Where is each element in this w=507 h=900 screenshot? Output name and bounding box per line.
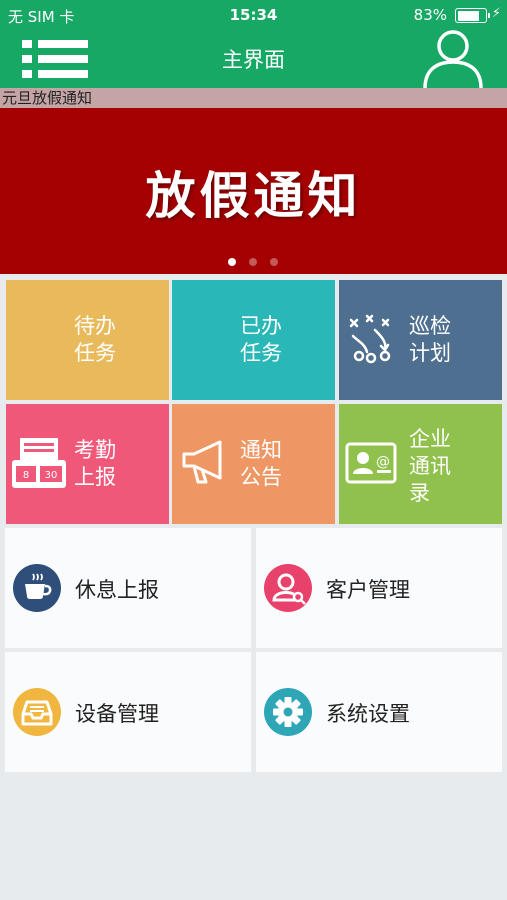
inbox-tray-icon — [13, 688, 61, 736]
tile-label: 企业 通讯 录 — [409, 427, 451, 505]
attendance-clock-icon: 8 30 — [12, 438, 66, 488]
tile-label: 待办 任务 — [74, 314, 116, 365]
banner-text: 放假通知 — [145, 166, 362, 225]
carousel-dot[interactable] — [249, 258, 257, 266]
user-profile-icon[interactable] — [421, 30, 485, 88]
charging-bolt-icon: ⚡ — [491, 6, 501, 21]
tile-label: 已办 任务 — [240, 314, 282, 365]
card-device-management[interactable]: 设备管理 — [5, 652, 251, 772]
megaphone-icon — [182, 440, 222, 484]
card-label: 系统设置 — [326, 702, 410, 726]
card-label: 设备管理 — [75, 702, 159, 726]
tile-label: 考勤 上报 — [74, 438, 116, 489]
tile-todo-tasks[interactable]: 待办 任务 — [6, 280, 169, 400]
card-label: 休息上报 — [75, 578, 159, 602]
battery-icon — [455, 8, 490, 23]
card-customer-management[interactable]: 客户管理 — [256, 528, 502, 648]
notice-marquee[interactable]: 元旦放假通知 — [0, 88, 507, 108]
customer-search-icon — [264, 564, 312, 612]
tile-attendance-report[interactable]: 8 30 考勤 上报 — [6, 404, 169, 524]
status-bar: 无 SIM 卡 15:34 83% ⚡ — [0, 0, 507, 30]
menu-list-icon[interactable] — [22, 38, 88, 80]
card-label: 客户管理 — [326, 578, 410, 602]
card-rest-report[interactable]: 休息上报 — [5, 528, 251, 648]
tile-notice-board[interactable]: 通知 公告 — [172, 404, 335, 524]
carousel-dot[interactable] — [228, 258, 236, 266]
tile-done-tasks[interactable]: 已办 任务 — [172, 280, 335, 400]
svg-text:8: 8 — [23, 470, 29, 481]
coffee-cup-icon — [13, 564, 61, 612]
card-system-settings[interactable]: 系统设置 — [256, 652, 502, 772]
svg-text:30: 30 — [45, 470, 58, 481]
contact-card-icon: @ — [345, 442, 397, 484]
carousel-dot[interactable] — [270, 258, 278, 266]
battery-percent: 83% — [413, 6, 447, 24]
nav-bar: 主界面 — [0, 30, 507, 88]
tile-label: 通知 公告 — [240, 438, 282, 489]
tile-label: 巡检 计划 — [409, 314, 451, 365]
gear-icon — [264, 688, 312, 736]
tile-inspection-plan[interactable]: 巡检 计划 — [339, 280, 502, 400]
play-strategy-icon — [349, 314, 391, 364]
svg-text:@: @ — [376, 454, 390, 470]
banner-carousel[interactable]: 放假通知 — [0, 108, 507, 274]
tile-company-directory[interactable]: @ 企业 通讯 录 — [339, 404, 502, 524]
